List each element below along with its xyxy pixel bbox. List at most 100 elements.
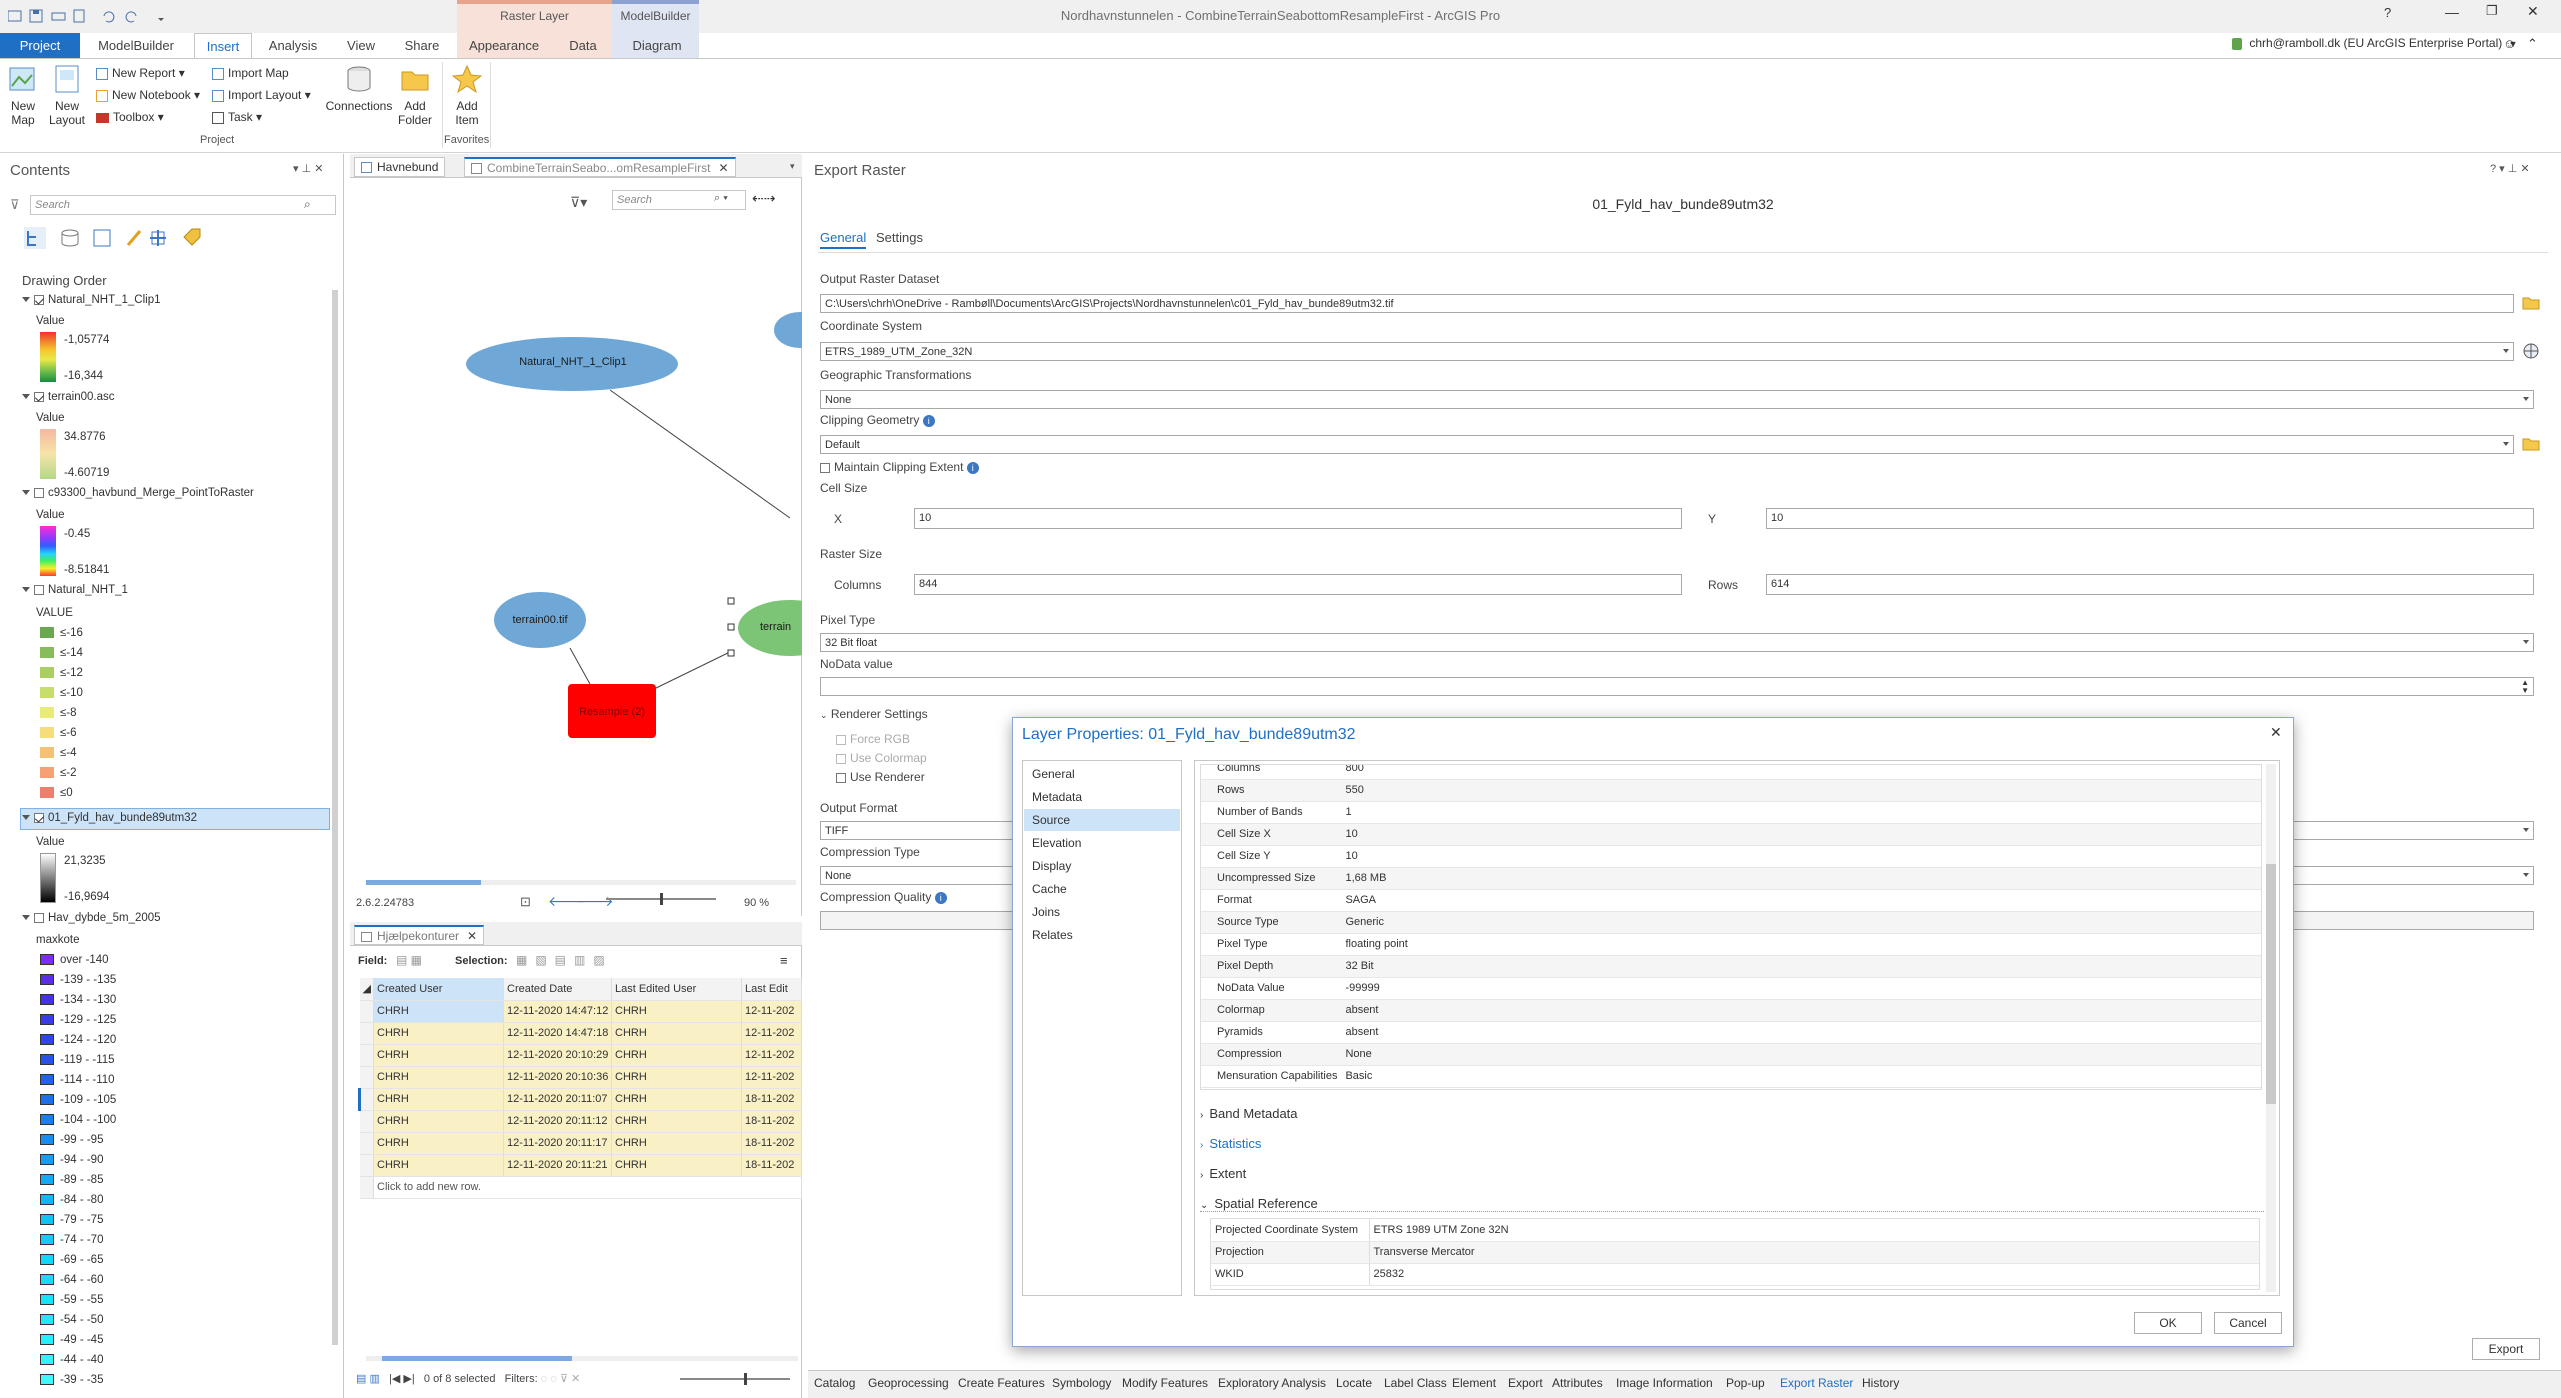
table-cell[interactable]: 12-11-202 [741, 1066, 802, 1089]
table-cell[interactable]: 12-11-202 [741, 1044, 802, 1067]
renderer-settings-header[interactable]: ⌄ Renderer Settings [820, 707, 928, 721]
new-map-button[interactable]: New Map [6, 64, 40, 127]
cell-size-x-field[interactable]: 10 [914, 508, 1682, 529]
selection-handle[interactable] [727, 649, 735, 657]
filter-icon[interactable]: ⊽ [10, 197, 20, 213]
table-cell[interactable]: 12-11-2020 20:11:21 [503, 1154, 612, 1177]
layer-item[interactable]: terrain00.asc [22, 391, 114, 403]
table-cell[interactable]: CHRH [611, 1154, 742, 1177]
row-selector[interactable] [359, 1022, 374, 1045]
table-cell[interactable]: CHRH [611, 1066, 742, 1089]
table-cell[interactable]: 12-11-2020 14:47:18 [503, 1022, 612, 1045]
redo-icon[interactable] [125, 11, 137, 23]
use-colormap-checkbox[interactable] [836, 753, 846, 764]
row-selector[interactable] [359, 1044, 374, 1067]
map-tab-model[interactable]: CombineTerrainSeabo...omResampleFirst ✕ [464, 157, 736, 177]
table-row[interactable]: CHRH 12-11-2020 20:11:12 CHRH 18-11-202 [359, 1110, 802, 1133]
collapse-icon[interactable] [22, 815, 30, 821]
use-renderer-checkbox[interactable] [836, 772, 846, 783]
row-selector[interactable] [359, 1000, 374, 1023]
table-row[interactable]: CHRH 12-11-2020 14:47:12 CHRH 12-11-202 [359, 1000, 802, 1023]
props-nav-joins[interactable]: Joins [1024, 901, 1180, 923]
tab-insert[interactable]: Insert [194, 33, 252, 58]
use-colormap[interactable]: Use Colormap [836, 751, 927, 765]
collapse-icon[interactable] [22, 394, 30, 400]
tab-analysis[interactable]: Analysis [258, 33, 328, 58]
layer-visibility-checkbox[interactable] [34, 391, 44, 402]
table-cell[interactable]: CHRH [611, 1044, 742, 1067]
notifications-icon[interactable]: ☺ [2503, 36, 2516, 51]
section-band-metadata[interactable]: › Band Metadata [1200, 1106, 1298, 1121]
new-layout-button[interactable]: New Layout [46, 64, 88, 127]
task-button[interactable]: Task ▾ [212, 110, 262, 124]
table-menu-icon[interactable]: ≡ [780, 953, 788, 968]
layer-visibility-checkbox[interactable] [34, 294, 44, 305]
close-tab-icon[interactable]: ✕ [467, 929, 477, 943]
import-layout-button[interactable]: Import Layout ▾ [212, 88, 311, 102]
table-cell[interactable]: CHRH [611, 1110, 742, 1133]
browse-folder-icon[interactable] [2522, 435, 2540, 454]
table-cell[interactable]: CHRH [611, 1000, 742, 1023]
layer-visibility-checkbox[interactable] [34, 812, 44, 823]
props-nav-source[interactable]: Source [1024, 809, 1180, 831]
table-cell[interactable]: CHRH [611, 1022, 742, 1045]
print-icon[interactable] [51, 12, 66, 21]
undo-icon[interactable] [103, 11, 115, 23]
table-cell[interactable]: CHRH [611, 1088, 742, 1111]
maintain-extent-checkbox[interactable] [820, 462, 830, 473]
close-icon[interactable]: ✕ [2527, 3, 2539, 20]
layer-item[interactable]: 01_Fyld_hav_bunde89utm32 [22, 812, 197, 824]
pane-menu-icon[interactable]: ▾ ⊥ ✕ [293, 162, 323, 175]
props-nav-cache[interactable]: Cache [1024, 878, 1180, 900]
table-row[interactable]: CHRH 12-11-2020 20:10:29 CHRH 12-11-202 [359, 1044, 802, 1067]
layer-visibility-checkbox[interactable] [34, 912, 44, 923]
bottom-tab-locate[interactable]: Locate [1336, 1376, 1372, 1390]
add-folder-button[interactable]: Add Folder [398, 64, 432, 127]
minimize-icon[interactable]: — [2445, 4, 2459, 20]
column-header[interactable]: Last Edit [741, 978, 802, 1001]
output-raster-field[interactable]: C:\Users\chrh\OneDrive - Rambøll\Documen… [820, 294, 2514, 313]
save-icon[interactable] [29, 9, 43, 23]
table-row[interactable]: CHRH 12-11-2020 14:47:18 CHRH 12-11-202 [359, 1022, 802, 1045]
bottom-tab-history[interactable]: History [1862, 1376, 1899, 1390]
geo-transform-select[interactable]: None [820, 390, 2534, 409]
filter-icons[interactable]: ◌ ◌ ⊽ ✕ [541, 1373, 581, 1385]
table-cell[interactable]: 18-11-202 [741, 1110, 802, 1133]
editing-icon[interactable] [126, 230, 142, 246]
add-item-button[interactable]: Add Item [450, 64, 484, 127]
bottom-tab-attributes[interactable]: Attributes [1552, 1376, 1603, 1390]
next-extent-icon[interactable]: 🡒 [576, 893, 614, 910]
add-row[interactable]: Click to add new row. [359, 1176, 802, 1199]
tab-modelbuilder[interactable]: ModelBuilder [86, 33, 186, 58]
data-source-icon[interactable] [61, 229, 79, 247]
table-cell[interactable]: 12-11-2020 20:11:12 [503, 1110, 612, 1133]
tab-list-icon[interactable]: ▾ [790, 161, 795, 172]
row-selector[interactable] [359, 1154, 374, 1177]
user-account[interactable]: chrh@ramboll.dk (EU ArcGIS Enterprise Po… [2232, 36, 2518, 50]
new-icon[interactable] [73, 9, 85, 23]
layer-visibility-checkbox[interactable] [34, 584, 44, 595]
nodata-field[interactable]: ▲ ▼ [820, 677, 2534, 696]
bottom-tab-pop-up[interactable]: Pop-up [1726, 1376, 1765, 1390]
cancel-button[interactable]: Cancel [2214, 1312, 2282, 1334]
clipping-geometry-select[interactable]: Default [820, 435, 2514, 454]
tab-data[interactable]: Data [556, 33, 610, 58]
info-icon[interactable]: i [934, 892, 947, 904]
section-spatial-reference[interactable]: ⌄ Spatial Reference [1200, 1196, 2264, 1212]
bottom-tab-label-class[interactable]: Label Class [1384, 1376, 1447, 1390]
tab-appearance[interactable]: Appearance [460, 33, 548, 58]
info-icon[interactable]: i [966, 462, 979, 474]
browse-folder-icon[interactable] [2522, 294, 2540, 313]
table-cell[interactable]: CHRH [373, 1110, 504, 1133]
stepper-icon[interactable]: ▲ ▼ [2521, 679, 2529, 695]
attribute-grid[interactable]: ◢ Created User Created Date Last Edited … [358, 978, 802, 1199]
field-tools-icon[interactable]: ▤ ▦ [396, 953, 422, 967]
bottom-tab-image-information[interactable]: Image Information [1616, 1376, 1713, 1390]
use-renderer[interactable]: Use Renderer [836, 770, 925, 784]
table-cell[interactable]: CHRH [373, 1132, 504, 1155]
pixel-type-select[interactable]: 32 Bit float [820, 633, 2534, 652]
props-nav-general[interactable]: General [1024, 763, 1180, 785]
collapse-icon[interactable] [22, 297, 30, 303]
snapping-icon[interactable] [150, 230, 166, 246]
props-nav-display[interactable]: Display [1024, 855, 1180, 877]
